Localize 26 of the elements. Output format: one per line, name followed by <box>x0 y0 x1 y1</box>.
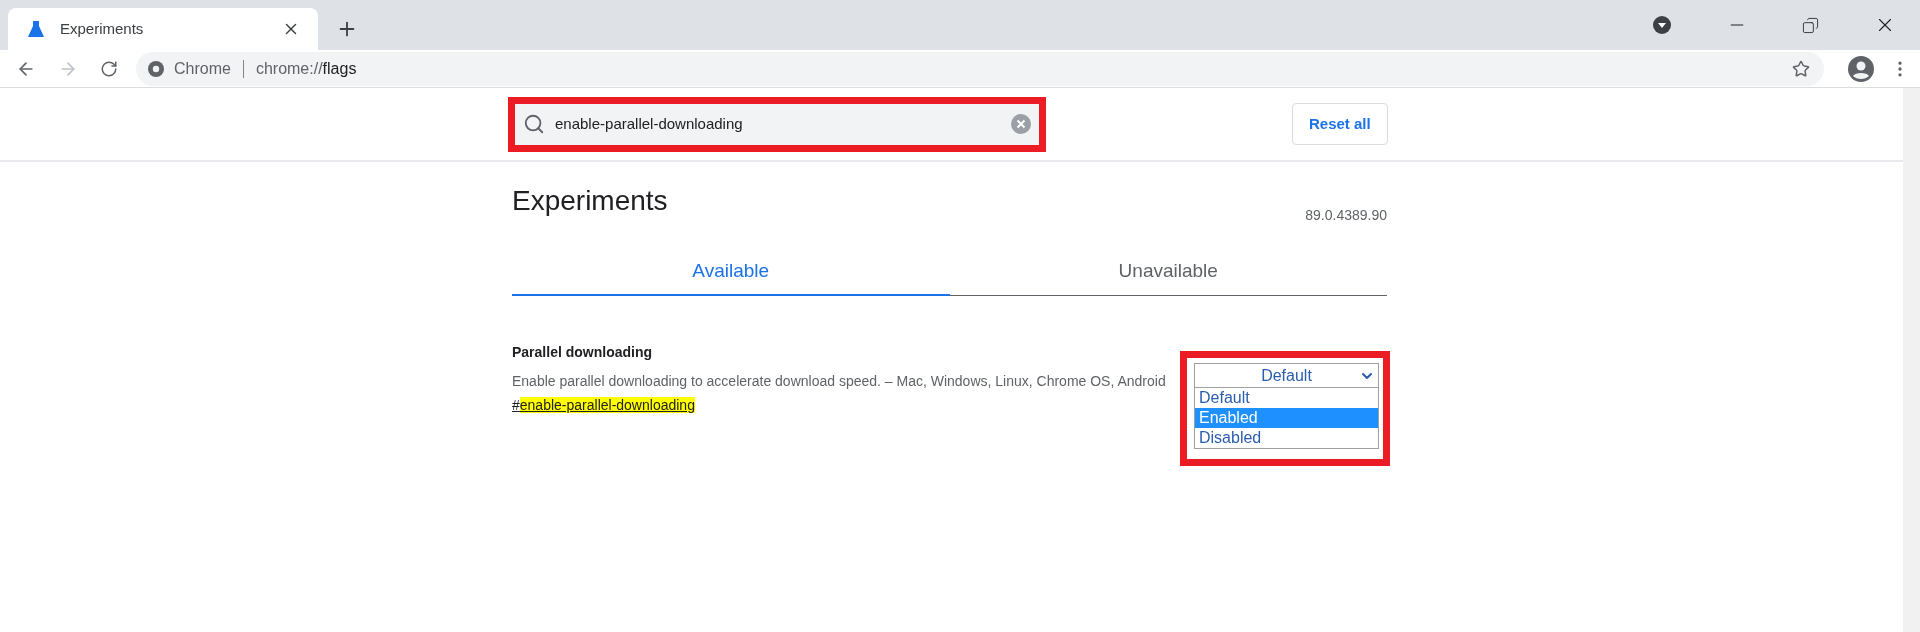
tab-title: Experiments <box>60 18 145 39</box>
flask-icon <box>26 19 46 39</box>
flag-select[interactable]: Default <box>1194 363 1379 388</box>
flag-description: Enable parallel downloading to accelerate download speed. – Mac, Windows, Linux, Chrome OS, Android <box>512 372 1167 391</box>
search-value: enable-parallel-downloading <box>555 113 744 134</box>
dropdown-option[interactable]: Disabled <box>1195 428 1378 448</box>
bookmark-star-icon[interactable] <box>1792 59 1810 78</box>
reset-all-button[interactable]: Reset all <box>1292 103 1388 145</box>
clear-icon[interactable] <box>1011 114 1031 134</box>
browser-tab[interactable]: Experiments <box>8 8 318 50</box>
tab-search-icon[interactable] <box>1652 15 1672 35</box>
restore-icon[interactable] <box>1802 16 1819 34</box>
content-tab[interactable]: Unavailable <box>949 248 1387 296</box>
dropdown-option[interactable]: Default <box>1195 388 1378 408</box>
content-tab[interactable]: Available <box>512 248 950 296</box>
address-bar[interactable]: Chrome chrome://flags <box>136 51 1824 86</box>
search-icon <box>523 113 545 135</box>
flag-name: Parallel downloading <box>512 343 654 362</box>
scrollbar[interactable] <box>1903 88 1920 632</box>
profile-avatar-icon[interactable] <box>1848 55 1874 82</box>
url-text: chrome://flags <box>255 58 357 79</box>
version-number: 89.0.4389.90 <box>1305 206 1387 225</box>
reload-icon[interactable] <box>100 59 118 78</box>
search-field[interactable]: enable-parallel-downloading <box>515 103 1039 145</box>
site-label: Chrome <box>174 58 231 79</box>
page-title: Experiments <box>512 184 668 218</box>
